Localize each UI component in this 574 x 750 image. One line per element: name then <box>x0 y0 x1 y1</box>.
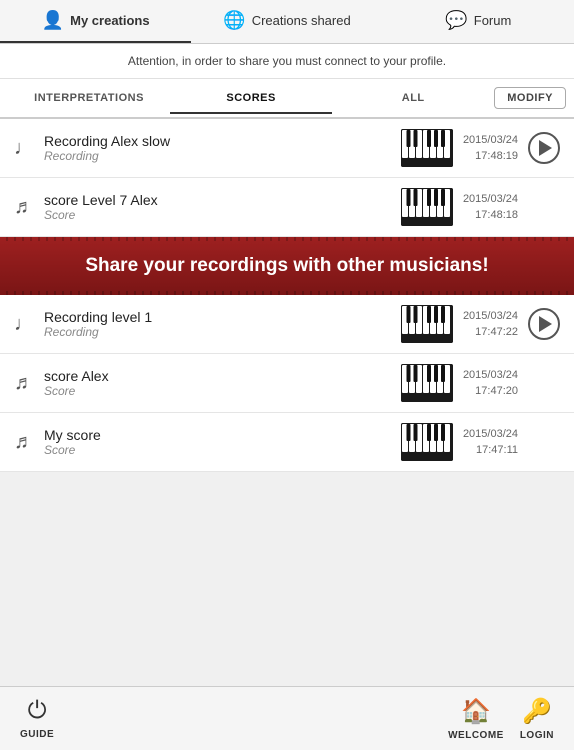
item-thumbnail <box>401 423 453 461</box>
items-list: ♩ Recording Alex slow Recording <box>0 119 574 472</box>
item-thumbnail <box>401 305 453 343</box>
top-navigation: 👤 My creations 🌐 Creations shared 💬 Foru… <box>0 0 574 44</box>
welcome-label: WELCOME <box>448 730 504 741</box>
chat-icon: 💬 <box>445 10 467 31</box>
item-datetime: 2015/03/24 17:48:18 <box>463 191 518 224</box>
item-subtitle: Recording <box>44 149 391 163</box>
score-icon: ♬ <box>14 431 34 454</box>
item-title: My score <box>44 427 391 443</box>
nav-tab-forum[interactable]: 💬 Forum <box>383 0 574 43</box>
key-icon: 🔑 <box>522 697 552 726</box>
guide-label: GUIDE <box>20 729 54 740</box>
item-info: score Level 7 Alex Score <box>44 192 391 222</box>
item-info: Recording level 1 Recording <box>44 309 391 339</box>
play-triangle-icon <box>539 316 552 332</box>
nav-tab-forum-label: Forum <box>474 13 512 28</box>
item-subtitle: Score <box>44 208 391 222</box>
nav-tab-creations-shared[interactable]: 🌐 Creations shared <box>191 0 382 43</box>
user-icon: 👤 <box>42 10 64 31</box>
list-item: ♬ My score Score 2015/03/2 <box>0 413 574 472</box>
globe-icon: 🌐 <box>223 10 245 31</box>
item-thumbnail <box>401 364 453 402</box>
item-title: Recording level 1 <box>44 309 391 325</box>
play-button[interactable] <box>528 132 560 164</box>
recording-icon: ♩ <box>14 137 34 160</box>
item-title: score Level 7 Alex <box>44 192 391 208</box>
attention-text: Attention, in order to share you must co… <box>128 54 446 68</box>
list-item: ♩ Recording Alex slow Recording <box>0 119 574 178</box>
item-title: score Alex <box>44 368 391 384</box>
attention-banner: Attention, in order to share you must co… <box>0 44 574 79</box>
item-info: My score Score <box>44 427 391 457</box>
filter-tab-scores[interactable]: SCORES <box>170 84 332 114</box>
play-button[interactable] <box>528 308 560 340</box>
login-label: LOGIN <box>520 730 554 741</box>
home-icon: 🏠 <box>461 697 491 726</box>
item-subtitle: Score <box>44 443 391 457</box>
item-datetime: 2015/03/24 17:47:22 <box>463 308 518 341</box>
list-item: ♬ score Level 7 Alex Score <box>0 178 574 237</box>
item-datetime: 2015/03/24 17:47:20 <box>463 367 518 400</box>
item-thumbnail <box>401 129 453 167</box>
filter-tab-all[interactable]: ALL <box>332 84 494 114</box>
item-title: Recording Alex slow <box>44 133 391 149</box>
promo-banner: Share your recordings with other musicia… <box>0 237 574 295</box>
item-info: score Alex Score <box>44 368 391 398</box>
nav-tab-creations-shared-label: Creations shared <box>252 13 351 28</box>
list-item: ♬ score Alex Score 2015/03 <box>0 354 574 413</box>
modify-button[interactable]: MODIFY <box>494 87 566 109</box>
recording-icon: ♩ <box>14 313 34 336</box>
power-icon: ⏻ <box>28 697 47 725</box>
promo-text: Share your recordings with other musicia… <box>85 255 488 276</box>
welcome-button[interactable]: 🏠 WELCOME <box>448 697 504 741</box>
guide-button[interactable]: ⏻ GUIDE <box>20 697 54 740</box>
filter-tab-interpretations[interactable]: INTERPRETATIONS <box>8 84 170 114</box>
nav-tab-my-creations-label: My creations <box>70 13 149 28</box>
play-triangle-icon <box>539 140 552 156</box>
item-datetime: 2015/03/24 17:47:11 <box>463 426 518 459</box>
item-subtitle: Score <box>44 384 391 398</box>
score-icon: ♬ <box>14 196 34 219</box>
item-datetime: 2015/03/24 17:48:19 <box>463 132 518 165</box>
item-subtitle: Recording <box>44 325 391 339</box>
login-button[interactable]: 🔑 LOGIN <box>520 697 554 741</box>
item-thumbnail <box>401 188 453 226</box>
filter-tabs: INTERPRETATIONS SCORES ALL MODIFY <box>0 79 574 119</box>
bottom-navigation: ⏻ GUIDE 🏠 WELCOME 🔑 LOGIN <box>0 686 574 750</box>
list-item: ♩ Recording level 1 Recording <box>0 295 574 354</box>
item-info: Recording Alex slow Recording <box>44 133 391 163</box>
nav-tab-my-creations[interactable]: 👤 My creations <box>0 0 191 43</box>
score-icon: ♬ <box>14 372 34 395</box>
